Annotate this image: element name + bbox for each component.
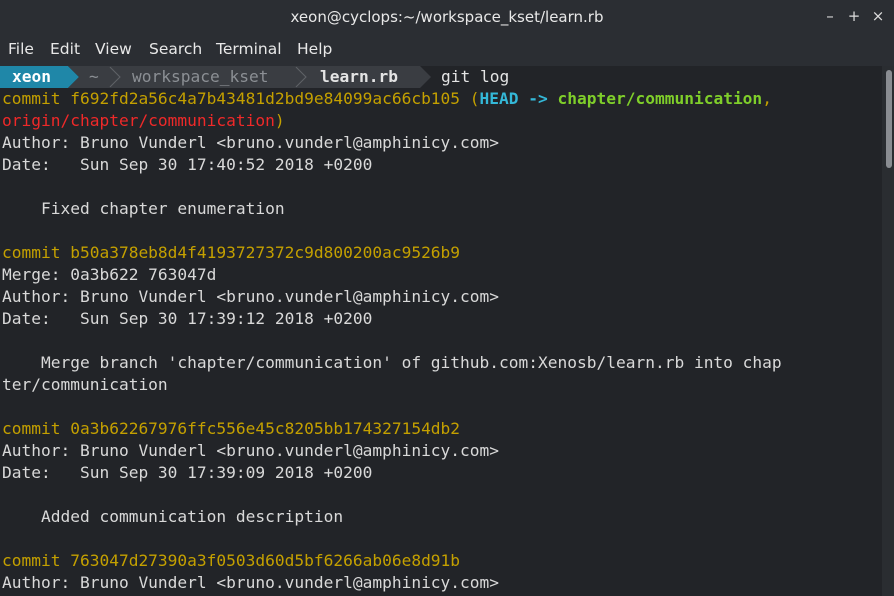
prompt-dir-current: learn.rb	[320, 67, 398, 86]
commit-message-cont: ter/communication	[2, 375, 168, 394]
menu-edit[interactable]: Edit	[50, 40, 80, 58]
scrollbar-thumb[interactable]	[886, 70, 892, 168]
merge-line: Merge: 0a3b622 763047d	[2, 265, 217, 284]
maximize-icon[interactable]: +	[845, 7, 863, 25]
origin-ref: origin/chapter/communication	[2, 111, 275, 130]
author-line: Author: Bruno Vunderl <bruno.vunderl@amp…	[2, 573, 500, 592]
ref-separator: ,	[762, 89, 772, 108]
prompt-dir-parent: workspace_kset	[132, 67, 269, 86]
date-line: Date: Sun Sep 30 17:39:12 2018 +0200	[2, 309, 373, 328]
minimize-icon[interactable]: –	[821, 7, 839, 25]
commit-line: commit 763047d27390a3f0503d60d5bf6266ab0…	[2, 551, 461, 570]
terminal-output[interactable]: xeon ~ workspace_kset learn.rb git log c…	[0, 66, 882, 596]
menu-bar: File Edit View Search Terminal Help	[0, 34, 894, 66]
commit-message: Merge branch 'chapter/communication' of …	[2, 353, 782, 372]
date-line: Date: Sun Sep 30 17:39:09 2018 +0200	[2, 463, 373, 482]
shell-prompt: xeon ~ workspace_kset learn.rb git log	[0, 66, 882, 88]
commit-line: commit f692fd2a56c4a7b43481d2bd9e84099ac…	[2, 88, 772, 110]
date-line: Date: Sun Sep 30 17:40:52 2018 +0200	[2, 155, 373, 174]
branch-ref: chapter/communication	[557, 89, 763, 108]
commit-line-cont: origin/chapter/communication)	[2, 110, 285, 132]
prompt-user: xeon	[12, 67, 51, 86]
author-line: Author: Bruno Vunderl <bruno.vunderl@amp…	[2, 441, 500, 460]
commit-message: Added communication description	[2, 507, 344, 526]
menu-view[interactable]: View	[95, 40, 132, 58]
prompt-command: git log	[441, 67, 510, 86]
author-line: Author: Bruno Vunderl <bruno.vunderl@amp…	[2, 133, 500, 152]
scrollbar[interactable]	[882, 66, 894, 596]
head-ref: HEAD ->	[479, 89, 558, 108]
title-bar: xeon@cyclops:~/workspace_kset/learn.rb –…	[0, 0, 894, 34]
close-icon[interactable]: ×	[869, 7, 887, 25]
prompt-home: ~	[89, 67, 99, 86]
ref-close: )	[274, 111, 285, 130]
menu-file[interactable]: File	[8, 40, 34, 58]
commit-message: Fixed chapter enumeration	[2, 199, 285, 218]
commit-hash: commit f692fd2a56c4a7b43481d2bd9e84099ac…	[2, 89, 480, 108]
author-line: Author: Bruno Vunderl <bruno.vunderl@amp…	[2, 287, 500, 306]
menu-help[interactable]: Help	[297, 40, 332, 58]
menu-search[interactable]: Search	[149, 40, 202, 58]
window-title: xeon@cyclops:~/workspace_kset/learn.rb	[290, 8, 604, 26]
commit-line: commit 0a3b62267976ffc556e45c8205bb17432…	[2, 419, 461, 438]
menu-terminal[interactable]: Terminal	[216, 40, 282, 58]
commit-line: commit b50a378eb8d4f4193727372c9d800200a…	[2, 243, 461, 262]
